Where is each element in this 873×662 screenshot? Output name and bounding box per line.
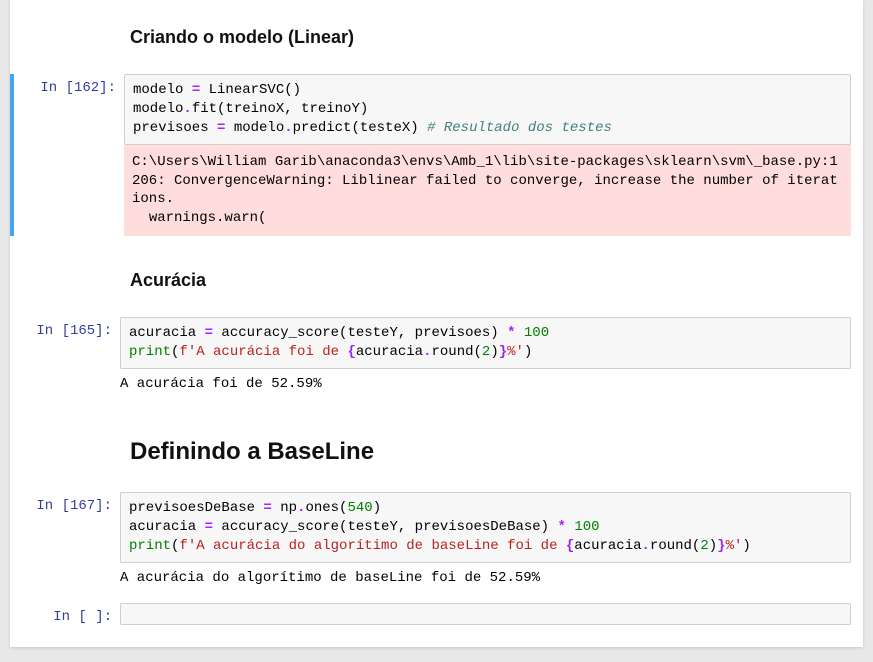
stderr-output: C:\Users\William Garib\anaconda3\envs\Am… <box>124 145 851 237</box>
input-prompt: In [167]: <box>10 492 120 514</box>
markdown-cell[interactable]: Criando o modelo (Linear) <box>10 15 863 72</box>
heading-acuracia: Acurácia <box>130 270 851 291</box>
code-cell-162[interactable]: In [162]: modelo = LinearSVC() modelo.fi… <box>10 72 863 238</box>
code-cell-167[interactable]: In [167]: previsoesDeBase = np.ones(540)… <box>10 490 863 596</box>
code-input[interactable]: previsoesDeBase = np.ones(540) acuracia … <box>120 492 851 563</box>
code-cell-empty[interactable]: In [ ]: <box>10 601 863 627</box>
input-prompt: In [162]: <box>14 74 124 96</box>
notebook-container: Criando o modelo (Linear) In [162]: mode… <box>10 0 863 647</box>
markdown-cell[interactable]: Acurácia <box>10 258 863 315</box>
code-input[interactable]: acuracia = accuracy_score(testeY, previs… <box>120 317 851 369</box>
code-input[interactable] <box>120 603 851 625</box>
input-prompt: In [ ]: <box>10 603 120 625</box>
heading-criando-modelo: Criando o modelo (Linear) <box>130 27 851 48</box>
markdown-cell[interactable]: Definindo a BaseLine <box>10 418 863 490</box>
input-prompt: In [165]: <box>10 317 120 339</box>
heading-definindo-baseline: Definindo a BaseLine <box>130 438 851 466</box>
code-cell-165[interactable]: In [165]: acuracia = accuracy_score(test… <box>10 315 863 402</box>
code-input[interactable]: modelo = LinearSVC() modelo.fit(treinoX,… <box>124 74 851 145</box>
stdout-output: A acurácia foi de 52.59% <box>120 369 851 400</box>
stdout-output: A acurácia do algorítimo de baseLine foi… <box>120 563 851 594</box>
